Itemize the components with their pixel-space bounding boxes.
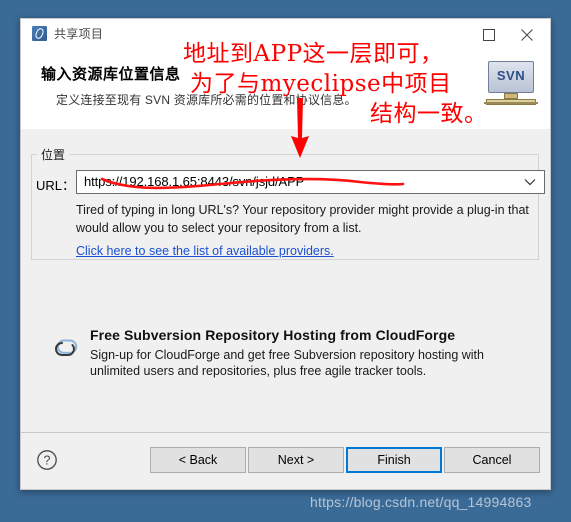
url-help-text: Tired of typing in long URL's? Your repo… (76, 203, 529, 235)
dialog-footer: ? < Back Next > Finish Cancel (21, 432, 550, 489)
red-wavy-underline-icon (100, 175, 405, 191)
svn-badge-label: SVN (496, 68, 526, 83)
svn-badge-icon: SVN (484, 61, 538, 113)
window-title: 共享项目 (54, 27, 104, 41)
promo-body: Sign-up for CloudForge and get free Subv… (90, 348, 484, 378)
help-question-icon[interactable]: ? (36, 449, 58, 471)
page-title: 输入资源库位置信息 (41, 66, 181, 83)
red-down-arrow-icon (286, 98, 314, 158)
annotation-line-2: 为了与myeclipse中项目 (190, 71, 452, 97)
annotation-line-3: 结构一致。 (370, 101, 488, 127)
back-button[interactable]: < Back (150, 447, 246, 473)
annotation-line-1: 地址到APP这一层即可， (183, 41, 444, 67)
providers-link[interactable]: Click here to see the list of available … (76, 244, 334, 258)
wizard-button-row: < Back Next > Finish Cancel (150, 447, 540, 473)
finish-button[interactable]: Finish (346, 447, 442, 473)
url-label: URL： (36, 178, 76, 193)
promo-title: Free Subversion Repository Hosting from … (90, 327, 456, 343)
cloud-icon (48, 336, 82, 360)
cancel-button[interactable]: Cancel (444, 447, 540, 473)
next-button[interactable]: Next > (248, 447, 344, 473)
location-group-legend: 位置 (37, 146, 70, 163)
maximize-icon[interactable] (472, 19, 506, 49)
svg-text:?: ? (44, 454, 51, 468)
close-icon[interactable] (510, 19, 544, 49)
screen: 共享项目 输入资源库位置信息 定义连接至现有 SVN 资源库所必需的位置和协议信… (0, 0, 571, 522)
watermark: https://blog.csdn.net/qq_14994863 (310, 494, 532, 510)
svn-share-icon (32, 26, 47, 41)
cloudforge-promo: Free Subversion Repository Hosting from … (48, 327, 518, 389)
chevron-down-icon[interactable] (520, 171, 540, 193)
